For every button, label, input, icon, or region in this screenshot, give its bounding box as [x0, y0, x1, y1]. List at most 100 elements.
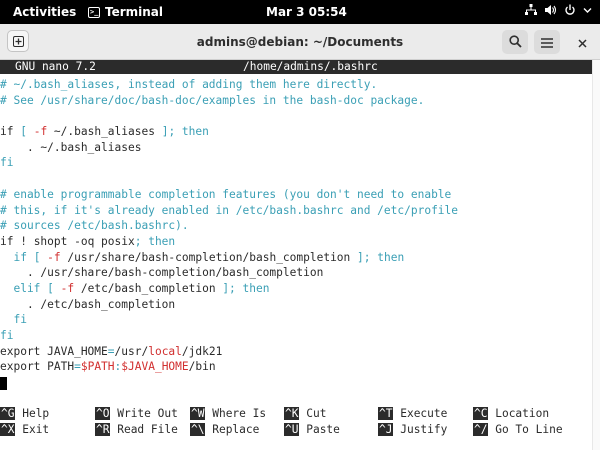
shortcut-read-file[interactable]: ^R Read File — [95, 422, 178, 438]
code-token: if — [0, 250, 27, 264]
code-token: . /etc/bash_completion — [0, 297, 176, 311]
shortcut-go-to-line[interactable]: ^/ Go To Line — [473, 422, 563, 438]
editor-line: . ~/.bash_aliases — [0, 140, 592, 156]
shortcut-label: Execute — [393, 407, 448, 420]
shortcut-cut[interactable]: ^K Cut — [284, 406, 326, 422]
shortcut-key: ^W — [190, 407, 206, 420]
close-icon — [577, 33, 587, 52]
shortcut-label: Location — [488, 407, 550, 420]
shortcut-label: Justify — [393, 423, 448, 436]
code-token: if — [0, 125, 14, 139]
close-window-button[interactable] — [574, 34, 590, 50]
editor-line: export JAVA_HOME=/usr/local/jdk21 — [0, 344, 592, 360]
code-token: . /usr/share/bash-completion/bash_comple… — [0, 266, 324, 280]
code-token: ! shopt -oq posix — [13, 234, 135, 248]
shortcut-key: ^\ — [190, 423, 206, 436]
code-token: # enable programmable completion feature… — [0, 187, 452, 201]
editor-line: fi — [0, 328, 592, 344]
code-token: export JAVA_HOME — [0, 344, 108, 358]
editor-line: elif [ -f /etc/bash_completion ]; then — [0, 281, 592, 297]
text-cursor — [0, 376, 7, 390]
volume-icon — [544, 4, 557, 16]
code-token: ]; then — [161, 125, 209, 139]
shortcut-where-is[interactable]: ^W Where Is — [190, 406, 266, 422]
editor-line: # sources /etc/bash.bashrc). — [0, 218, 592, 234]
chevron-down-icon — [583, 4, 592, 16]
editor-line: if ! shopt -oq posix; then — [0, 234, 592, 250]
gnome-top-bar: Activities >_ Terminal Mar 3 05:54 — [0, 0, 600, 24]
app-menu[interactable]: >_ Terminal — [88, 5, 163, 19]
code-token: fi — [0, 329, 14, 342]
editor-line: . /usr/share/bash-completion/bash_comple… — [0, 265, 592, 281]
terminal-area[interactable]: GNU nano 7.2 /home/admins/.bashrc # ~/.b… — [0, 60, 600, 450]
code-token: $JAVA_HOME — [121, 360, 189, 374]
shortcut-key: ^C — [473, 407, 489, 420]
code-token: $PATH — [80, 360, 115, 374]
code-token: fi — [0, 313, 27, 327]
code-token: [ — [26, 250, 48, 264]
editor-line: . /etc/bash_completion — [0, 297, 592, 313]
app-name: Terminal — [105, 5, 164, 19]
nano-version: GNU nano 7.2 — [15, 60, 96, 73]
search-button[interactable] — [502, 30, 528, 54]
shortcut-label: Cut — [299, 407, 327, 420]
shortcut-write-out[interactable]: ^O Write Out — [95, 406, 178, 422]
clock[interactable]: Mar 3 05:54 — [266, 5, 347, 19]
editor-line: fi — [0, 312, 592, 328]
shortcut-key: ^J — [378, 423, 394, 436]
shortcut-key: ^O — [95, 407, 111, 420]
shortcut-label: Write Out — [110, 407, 178, 420]
system-tray[interactable] — [525, 4, 592, 16]
shortcut-row: ^X Exit ^R Read File ^\ Replace ^U Paste ^J … — [0, 422, 592, 438]
code-token: = — [107, 344, 115, 358]
code-token: local — [148, 344, 182, 358]
shortcut-execute[interactable]: ^T Execute — [378, 406, 447, 422]
editor-line: # See /usr/share/doc/bash-doc/examples i… — [0, 93, 592, 109]
shortcut-label: Paste — [299, 423, 340, 436]
scrollbar[interactable] — [592, 60, 600, 450]
code-token: ~/.bash_aliases — [47, 125, 162, 139]
shortcut-location[interactable]: ^C Location — [473, 406, 549, 422]
code-token: /bin — [188, 360, 216, 374]
shortcut-replace[interactable]: ^\ Replace — [190, 422, 259, 438]
editor-line: if [ -f ~/.bash_aliases ]; then — [0, 124, 592, 140]
code-token: [ — [40, 281, 61, 295]
code-token: # ~/.bash_aliases, instead of adding the… — [0, 78, 378, 91]
editor-line: # enable programmable completion feature… — [0, 187, 592, 203]
terminal-headerbar: admins@debian: ~/Documents — [0, 24, 600, 60]
code-token: . ~/.bash_aliases — [0, 140, 142, 154]
shortcut-label: Exit — [15, 423, 50, 436]
shortcut-paste[interactable]: ^U Paste — [284, 422, 340, 438]
activities-button[interactable]: Activities — [13, 5, 76, 19]
code-token: -f — [47, 250, 61, 264]
shortcut-label: Go To Line — [488, 423, 563, 436]
shortcut-justify[interactable]: ^J Justify — [378, 422, 447, 438]
shortcut-key: ^U — [284, 423, 300, 436]
shortcut-key: ^R — [95, 423, 111, 436]
nano-title-bar: GNU nano 7.2 /home/admins/.bashrc — [0, 60, 592, 74]
code-token: export PATH — [0, 360, 75, 374]
code-token: elif — [0, 281, 41, 295]
power-icon — [564, 4, 576, 16]
code-token: fi — [0, 156, 14, 170]
code-token: ]; then — [357, 250, 405, 264]
shortcut-label: Replace — [205, 423, 260, 436]
code-token: /usr/share/bash-completion/bash_completi… — [60, 250, 358, 264]
code-token: ]; then — [222, 281, 270, 295]
main-menu-button[interactable] — [534, 30, 560, 54]
shortcut-label: Read File — [110, 423, 178, 436]
code-token: # sources /etc/bash.bashrc). — [0, 219, 189, 233]
code-token: /jdk21 — [181, 344, 223, 358]
shortcut-exit[interactable]: ^X Exit — [0, 422, 49, 438]
network-icon — [525, 4, 537, 16]
code-token: /etc/bash_completion — [74, 281, 223, 295]
shortcut-key: ^T — [378, 407, 394, 420]
nano-filename: /home/admins/.bashrc — [243, 60, 378, 73]
shortcut-help[interactable]: ^G Help — [0, 406, 49, 422]
editor-line: fi — [0, 155, 592, 171]
shortcut-key: ^K — [284, 407, 300, 420]
terminal-icon: >_ — [88, 6, 100, 18]
shortcut-key: ^X — [0, 423, 16, 436]
nano-editor-buffer[interactable]: # ~/.bash_aliases, instead of adding the… — [0, 77, 592, 391]
